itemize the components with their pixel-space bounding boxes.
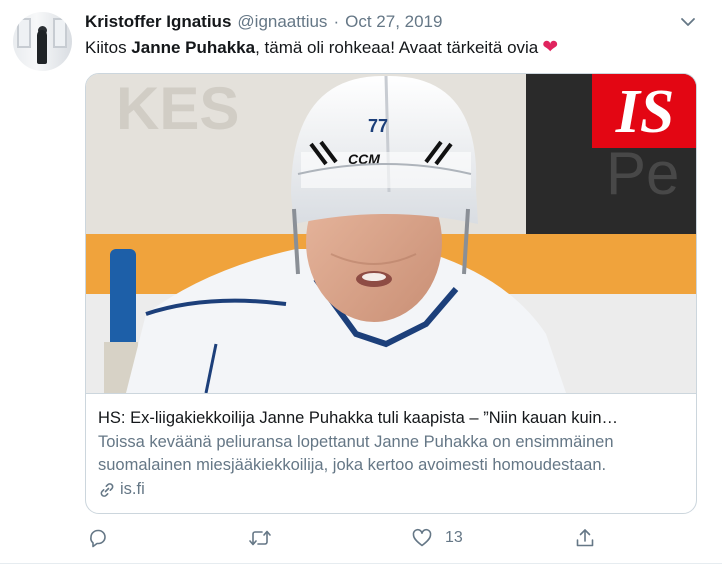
avatar-window bbox=[17, 18, 31, 48]
like-count: 13 bbox=[445, 529, 463, 546]
backdrop-text: KES bbox=[116, 75, 239, 142]
author-handle[interactable]: @ignaattius bbox=[237, 12, 327, 32]
is-badge: IS bbox=[615, 78, 675, 146]
tweet-text-start: Kiitos bbox=[85, 38, 132, 57]
like-icon bbox=[412, 528, 432, 547]
chevron-down-icon[interactable] bbox=[680, 16, 696, 28]
link-icon bbox=[100, 482, 114, 497]
avatar-person bbox=[37, 30, 47, 64]
jersey-number: 77 bbox=[368, 116, 388, 136]
tweet-actions: 13 bbox=[85, 527, 605, 555]
card-description-line: suomalainen miesjääkiekkoilija, joka ker… bbox=[98, 456, 607, 474]
card-body[interactable]: HS: Ex-liigakiekkoilija Janne Puhakka tu… bbox=[86, 393, 696, 513]
author-name[interactable]: Kristoffer Ignatius bbox=[85, 12, 231, 32]
reply-icon bbox=[90, 529, 106, 548]
mentioned-name: Janne Puhakka bbox=[131, 38, 256, 57]
share-button[interactable] bbox=[574, 527, 596, 549]
avatar[interactable] bbox=[13, 12, 72, 71]
retweet-button[interactable] bbox=[248, 527, 272, 549]
backdrop-text: Pe bbox=[606, 140, 679, 207]
link-card[interactable]: KES Pe 77 CCM IS HS: Ex-liigakiekkoilija… bbox=[85, 73, 697, 514]
tweet-divider bbox=[0, 563, 722, 564]
retweet-icon bbox=[249, 530, 271, 546]
tweet-header: Kristoffer Ignatius @ignaattius · Oct 27… bbox=[85, 12, 442, 34]
heart-emoji: ❤ bbox=[542, 37, 559, 58]
card-title[interactable]: HS: Ex-liigakiekkoilija Janne Puhakka tu… bbox=[98, 408, 686, 429]
card-image[interactable]: KES Pe 77 CCM IS bbox=[86, 74, 696, 393]
header-separator: · bbox=[333, 12, 340, 31]
tweet-text: Kiitos Janne Puhakka, tämä oli rohkeaa! … bbox=[85, 37, 558, 59]
avatar-window bbox=[53, 18, 67, 48]
tweet[interactable]: Kristoffer Ignatius @ignaattius · Oct 27… bbox=[0, 0, 722, 566]
hockey-player-photo: KES Pe 77 CCM IS bbox=[86, 74, 696, 393]
like-button[interactable]: 13 bbox=[411, 527, 463, 549]
tweet-date[interactable]: Oct 27, 2019 bbox=[345, 12, 442, 32]
card-domain-text: is.fi bbox=[120, 480, 145, 498]
share-icon bbox=[576, 529, 594, 547]
reply-button[interactable] bbox=[87, 527, 109, 549]
card-description-line: Toissa keväänä peliuransa lopettanut Jan… bbox=[98, 433, 614, 451]
card-domain[interactable]: is.fi bbox=[98, 480, 686, 499]
tweet-text-end: , tämä oli rohkeaa! Avaat tärkeitä ovia bbox=[255, 38, 539, 57]
